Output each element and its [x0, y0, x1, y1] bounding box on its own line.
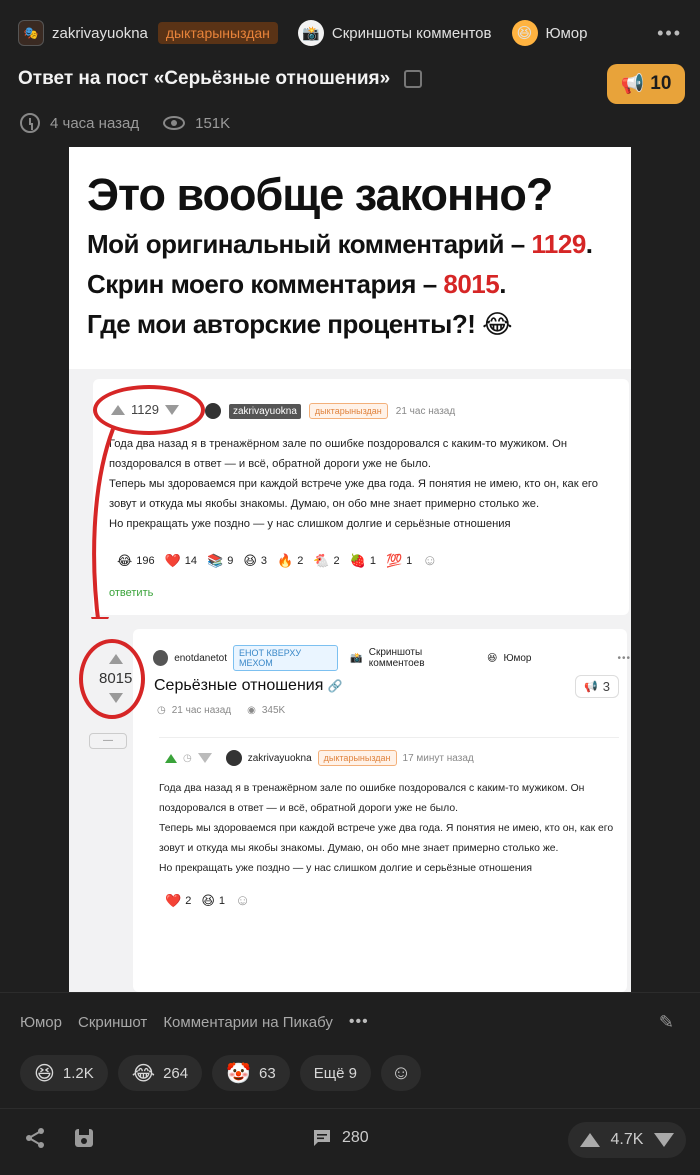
author-name[interactable]: zakrivayuokna	[52, 25, 148, 42]
more-reactions-button[interactable]: Ещё 9	[299, 1055, 371, 1091]
eye-icon: ◉	[247, 705, 256, 716]
author-avatar[interactable]: 🎭	[18, 20, 44, 46]
tag-humor[interactable]: Юмор	[20, 1014, 62, 1031]
more-tags-icon[interactable]: •••	[349, 1013, 369, 1031]
comments-count: 280	[342, 1129, 369, 1146]
post-views: 151K	[195, 114, 231, 132]
reaction-laughing[interactable]: 😆 1.2K	[20, 1055, 108, 1091]
post-time: 4 часа назад	[50, 114, 140, 132]
arrow-path	[92, 428, 115, 628]
red-circle-2	[79, 639, 145, 719]
humor-icon: 😆	[487, 652, 498, 664]
post-image[interactable]: Это вообще законно? Мой оригинальный ком…	[69, 147, 631, 992]
reaction-tears-of-joy[interactable]: 😂 264	[117, 1055, 203, 1091]
upvote-icon[interactable]	[580, 1133, 600, 1147]
upvote-icon	[165, 753, 177, 763]
add-reaction-icon: ☺	[390, 1061, 412, 1084]
post-user: enotdanetot	[174, 652, 228, 664]
comment-3-tag: дыктарыныздан	[317, 750, 397, 766]
add-reaction-icon: ☺	[235, 892, 251, 909]
comment-3-avatar	[225, 750, 242, 766]
post-inner-rating: 📢 3	[575, 675, 619, 698]
post-header: 🎭 zakrivayuokna дыктарыныздан 📸 Скриншот…	[18, 18, 682, 48]
reactions-bar: 😆 1.2K 😂 264 🤡 63 Ещё 9 ☺	[20, 1055, 422, 1091]
clown-face-icon: 🤡	[226, 1062, 252, 1085]
reaction-clown[interactable]: 🤡 63	[212, 1055, 290, 1091]
community-link[interactable]: Скриншоты комментов	[332, 25, 492, 42]
pencil-icon[interactable]: ✎	[659, 1012, 674, 1033]
humor-icon[interactable]: 😆	[511, 20, 538, 46]
rating-badge[interactable]: 📢 10	[607, 64, 685, 104]
post-more-icon: •••	[617, 652, 631, 664]
divider	[159, 737, 619, 738]
downvote-icon	[197, 753, 212, 763]
post-author-row: enotdanetot ЕНОТ КВЕРХУ МЕХОМ 📸 Скриншот…	[153, 645, 631, 671]
downvote-icon[interactable]	[653, 1133, 674, 1147]
minus-button: —	[89, 733, 127, 749]
post-inner-meta: ◷ 21 час назад ◉ 345K	[157, 705, 286, 716]
post-inner-title: Серьёзные отношения 🔗	[154, 677, 343, 694]
save-icon[interactable]	[74, 1128, 94, 1154]
post-community2: Юмор	[503, 652, 532, 664]
add-reaction-button[interactable]: ☺	[380, 1055, 422, 1091]
post-title-wrap: Ответ на пост «Серьёзные отношения»	[18, 68, 423, 90]
tag-pikabu-comments[interactable]: Комментарии на Пикабу	[163, 1014, 333, 1031]
comments-button[interactable]: 280	[312, 1128, 369, 1148]
external-link-icon[interactable]	[404, 70, 423, 88]
share-icon[interactable]	[24, 1127, 46, 1155]
clock-icon	[20, 113, 40, 133]
megaphone-icon: 📢	[620, 74, 645, 95]
post-user-tag: ЕНОТ КВЕРХУ МЕХОМ	[233, 645, 339, 671]
comment-3-text: Года два назад я в тренажёрном зале по о…	[159, 783, 614, 874]
clock-icon: ◷	[157, 705, 166, 716]
community2-link[interactable]: Юмор	[546, 25, 588, 42]
comment-3-user: zakrivayuokna	[247, 752, 312, 764]
community-icon[interactable]: 📸	[297, 20, 324, 46]
timer-icon: ◷	[183, 752, 192, 764]
comment-3-reactions: ❤️ 2 😆 1 ☺	[165, 892, 250, 909]
post-meta: 4 часа назад 151K	[20, 113, 230, 133]
reaction-chip: ❤️ 2	[165, 892, 192, 908]
tag-screenshot[interactable]: Скриншот	[78, 1014, 147, 1031]
post-title[interactable]: Ответ на пост «Серьёзные отношения»	[18, 68, 390, 90]
comment-3-time: 17 минут назад	[402, 752, 474, 764]
comment-3-author-row: ◷ zakrivayuokna дыктарыныздан 17 минут н…	[165, 750, 474, 766]
tears-of-joy-icon: 😂	[131, 1062, 156, 1085]
divider	[0, 992, 700, 993]
post-tags: Юмор Скриншот Комментарии на Пикабу •••	[20, 1013, 369, 1031]
post-vote-pill: 4.7K	[568, 1122, 686, 1158]
comm-icon: 📸	[350, 652, 363, 664]
megaphone-icon: 📢	[584, 681, 598, 693]
comment-icon	[314, 1130, 330, 1146]
laughing-face-icon: 😆	[34, 1062, 55, 1085]
post-community: Скриншоты комментоев	[368, 647, 425, 669]
post-avatar	[153, 650, 169, 666]
reaction-chip: 😆 1	[201, 892, 225, 908]
eye-icon	[163, 116, 186, 130]
rating-value: 10	[650, 73, 672, 94]
author-tag[interactable]: дыктарыныздан	[157, 22, 278, 44]
post-score: 4.7K	[610, 1131, 644, 1148]
more-options-icon[interactable]: •••	[657, 23, 682, 44]
